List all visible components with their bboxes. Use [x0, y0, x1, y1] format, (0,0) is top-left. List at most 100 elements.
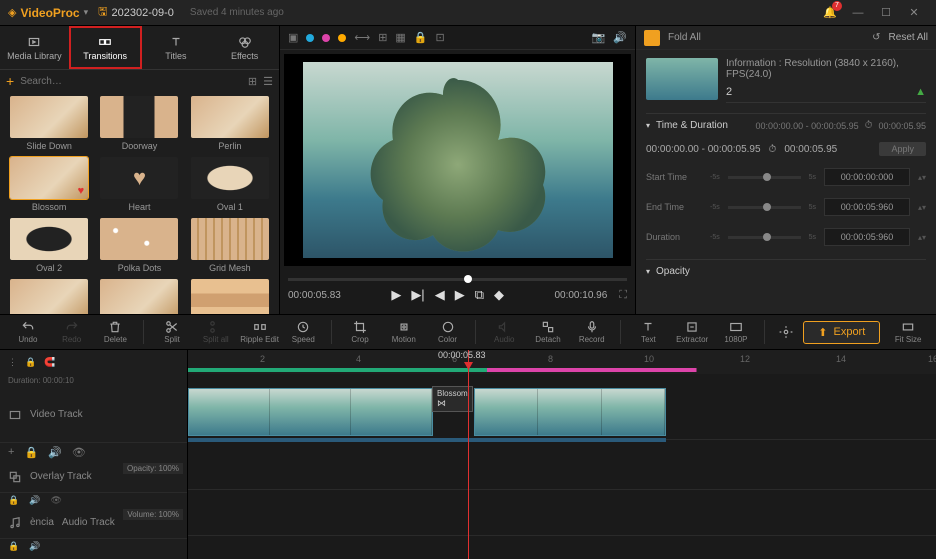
split-button[interactable]: Split — [152, 320, 192, 344]
bell-icon[interactable]: 🔔7 — [816, 3, 844, 23]
export-button[interactable]: ⬆Export — [803, 321, 880, 344]
transition-heart[interactable]: ♥ — [100, 157, 178, 199]
start-time-value[interactable]: 00:00:00:000 — [824, 168, 910, 186]
redo-button[interactable]: Redo — [52, 320, 92, 344]
video-clip-2[interactable] — [474, 388, 666, 436]
transition-peel-off[interactable] — [10, 279, 88, 314]
transition-blossom[interactable]: ♥ — [10, 157, 88, 199]
marker-icon[interactable]: ▲ — [915, 86, 926, 98]
section-opacity[interactable]: ▾ Opacity — [646, 259, 926, 279]
add-button[interactable]: + — [6, 73, 14, 89]
apply-button[interactable]: Apply — [879, 142, 926, 156]
prev-frame-button[interactable]: ◀ — [435, 287, 445, 303]
color-button[interactable]: Color — [428, 320, 468, 344]
tab-media-library[interactable]: Media Library — [0, 26, 69, 69]
eye-icon[interactable]: 👁 — [50, 495, 61, 506]
fold-all-button[interactable]: Fold All — [668, 32, 701, 43]
transition-grid-mesh[interactable] — [191, 218, 269, 260]
lock-icon[interactable]: 🔒 — [8, 541, 19, 552]
volume-icon[interactable]: 🔊 — [48, 446, 62, 459]
lock-icon[interactable]: 🔒 — [24, 446, 38, 459]
eye-icon[interactable]: 👁 — [72, 446, 86, 459]
video-track-header[interactable]: Video Track — [0, 387, 187, 443]
marker-tool-button[interactable]: ◆ — [494, 287, 504, 303]
save-icon[interactable]: 🖫 — [98, 3, 107, 22]
transition-undulating[interactable] — [100, 279, 178, 314]
delete-button[interactable]: Delete — [96, 320, 136, 344]
maximize-button[interactable]: ☐ — [872, 3, 900, 23]
section-time-duration[interactable]: ▾ Time & Duration 00:00:00.00 - 00:00:05… — [646, 113, 926, 133]
transition-polka-dots[interactable] — [100, 218, 178, 260]
track-settings-icon[interactable]: ⋮ — [8, 357, 17, 368]
audio-track[interactable] — [188, 504, 936, 536]
search-input[interactable] — [20, 76, 242, 87]
project-name[interactable]: 202302-09-0 — [112, 7, 174, 19]
volume-icon[interactable]: 🔊 — [29, 495, 40, 506]
undo-button[interactable]: Undo — [8, 320, 48, 344]
reset-all-button[interactable]: ↺ — [872, 32, 880, 43]
crop-button[interactable]: Crop — [340, 320, 380, 344]
marker-magenta[interactable] — [322, 34, 330, 42]
motion-button[interactable]: Motion — [384, 320, 424, 344]
duration-slider[interactable] — [728, 236, 801, 239]
preview-scrubber[interactable] — [288, 278, 627, 281]
grid-view-icon[interactable]: ⊞ — [248, 75, 257, 88]
crop-tool-button[interactable]: ⧉ — [475, 287, 484, 303]
list-view-icon[interactable]: ☰ — [263, 75, 273, 88]
transition-oval-2[interactable] — [10, 218, 88, 260]
overlay-track-header[interactable]: Overlay Track Opacity: 100% — [0, 461, 187, 493]
ripple-edit-button[interactable]: Ripple Edit — [240, 320, 280, 344]
video-track[interactable]: Blossom⋈ — [188, 384, 936, 440]
video-clip-1[interactable] — [188, 388, 433, 436]
transition-badge[interactable]: Blossom⋈ — [432, 386, 473, 412]
tab-titles[interactable]: Titles — [142, 26, 211, 69]
end-time-slider[interactable] — [728, 206, 801, 209]
volume-icon[interactable]: 🔊 — [29, 541, 40, 552]
transition-slide-down[interactable] — [10, 96, 88, 138]
extractor-button[interactable]: Extractor — [672, 320, 712, 344]
tool-icon[interactable]: ⟷ — [354, 31, 370, 44]
stepper-icon[interactable]: ▴▾ — [918, 233, 926, 242]
1080p-button[interactable]: 1080P — [716, 320, 756, 344]
fullscreen-button[interactable]: ⛶ — [619, 289, 627, 302]
playhead[interactable] — [468, 350, 469, 559]
start-time-slider[interactable] — [728, 176, 801, 179]
overlay-track[interactable] — [188, 458, 936, 490]
magnet-icon[interactable]: 🧲 — [44, 357, 55, 368]
marker-cyan[interactable] — [306, 34, 314, 42]
camera-icon[interactable]: 📷 — [592, 31, 606, 44]
speed-button[interactable]: Speed — [283, 320, 323, 344]
transition-oval-1[interactable] — [191, 157, 269, 199]
tool-icon[interactable]: ▦ — [395, 31, 405, 44]
lock-icon[interactable]: 🔒 — [25, 357, 36, 368]
audio-track-header[interactable]: ència Audio Track Volume: 100% — [0, 507, 187, 539]
aspect-icon[interactable]: ▣ — [288, 31, 298, 44]
timeline-ruler[interactable]: 2 4 6 8 10 12 14 16 — [188, 350, 936, 374]
add-track-button[interactable]: + — [8, 446, 14, 458]
play-next-button[interactable]: ▶| — [411, 287, 424, 303]
minimize-button[interactable]: — — [844, 3, 872, 23]
detach-button[interactable]: Detach — [528, 320, 568, 344]
lock-icon[interactable]: 🔒 — [414, 31, 428, 44]
lock-icon[interactable]: 🔒 — [8, 495, 19, 506]
end-time-value[interactable]: 00:00:05:960 — [824, 198, 910, 216]
text-button[interactable]: Text — [629, 320, 669, 344]
preview-canvas[interactable] — [284, 54, 631, 266]
duration-value[interactable]: 00:00:05:960 — [824, 228, 910, 246]
audio-button[interactable]: Audio — [484, 320, 524, 344]
next-frame-button[interactable]: ▶ — [455, 287, 465, 303]
play-button[interactable]: ▶ — [391, 287, 401, 303]
volume-icon[interactable]: 🔊 — [613, 31, 627, 44]
tab-effects[interactable]: Effects — [210, 26, 279, 69]
transition-doorway[interactable] — [100, 96, 178, 138]
fit-size-button[interactable]: Fit Size — [888, 320, 928, 344]
tool-icon[interactable]: ⊞ — [378, 31, 387, 44]
transition-perlin[interactable] — [191, 96, 269, 138]
close-button[interactable]: ✕ — [900, 3, 928, 23]
split-all-button[interactable]: Split all — [196, 320, 236, 344]
grid-icon[interactable]: ⊡ — [436, 31, 445, 44]
stepper-icon[interactable]: ▴▾ — [918, 203, 926, 212]
marker-orange[interactable] — [338, 34, 346, 42]
transition-mosaic[interactable] — [191, 279, 269, 314]
chevron-down-icon[interactable]: ▾ — [84, 7, 89, 18]
